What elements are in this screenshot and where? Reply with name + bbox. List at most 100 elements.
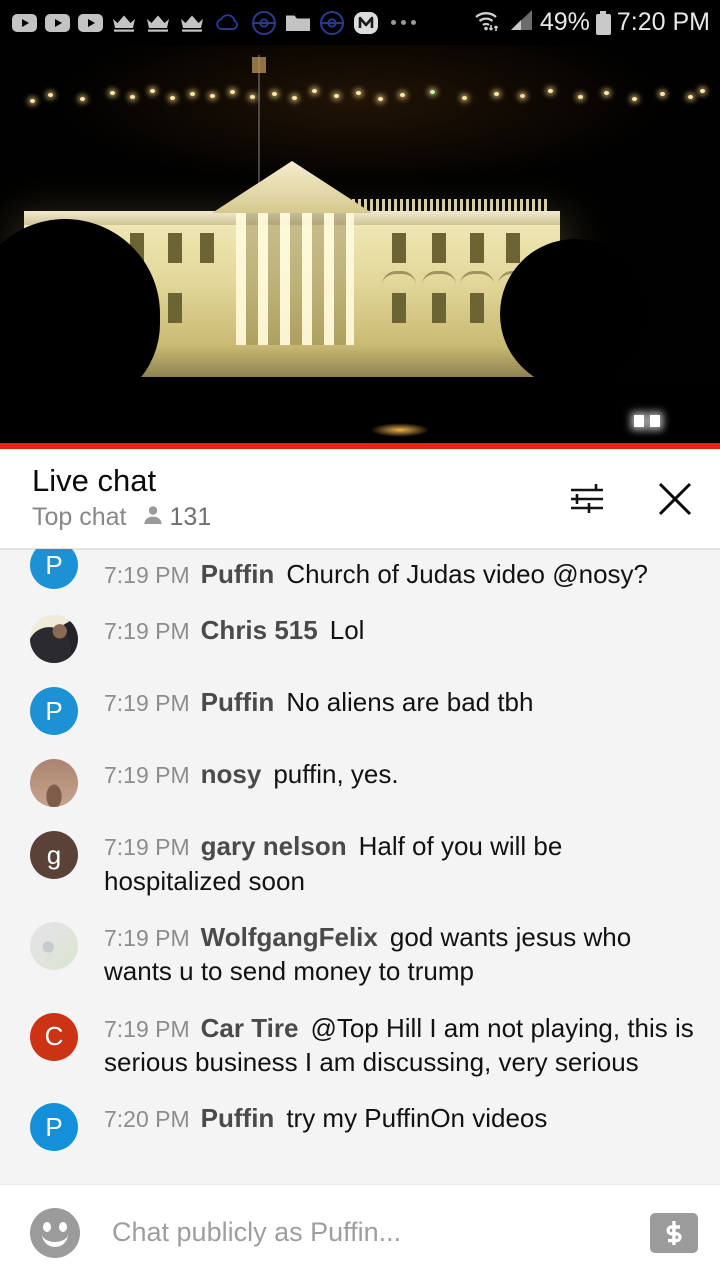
person-icon — [141, 503, 165, 532]
youtube-icon — [45, 13, 70, 32]
status-bar-notification-icons — [12, 10, 416, 36]
cloud-icon — [213, 12, 243, 34]
status-bar: 49% 7:20 PM — [0, 0, 720, 45]
chat-input[interactable]: Chat publicly as Puffin... — [112, 1217, 650, 1248]
avatar-photo — [30, 759, 78, 807]
crown-icon — [179, 13, 205, 33]
pokeball-icon — [319, 10, 345, 36]
battery-icon — [595, 10, 611, 35]
message-author[interactable]: gary nelson — [201, 831, 347, 861]
folder-icon — [285, 12, 311, 33]
message-author[interactable]: Puffin — [201, 687, 275, 717]
chat-message-body: 7:20 PM Puffin try my PuffinOn videos — [104, 1099, 547, 1135]
chat-message-row[interactable]: P 7:19 PM Puffin No aliens are bad tbh — [0, 673, 720, 745]
chat-message-body: 7:19 PM gary nelson Half of you will be ho… — [104, 827, 702, 898]
chat-message-row[interactable]: P 7:19 PM Puffin Church of Judas video @no… — [0, 549, 720, 601]
chat-message-row[interactable]: P 7:20 PM Puffin try my PuffinOn videos — [0, 1089, 720, 1161]
chat-message-body: 7:19 PM Chris 515 Lol — [104, 611, 364, 647]
crown-icon — [111, 13, 137, 33]
list-divider — [0, 549, 720, 550]
avatar[interactable]: C — [30, 1012, 78, 1061]
crown-icon — [145, 13, 171, 33]
avatar[interactable] — [30, 921, 78, 970]
message-author[interactable]: Chris 515 — [201, 615, 318, 645]
message-timestamp: 7:19 PM — [104, 1015, 190, 1042]
avatar-letter: g — [46, 839, 62, 870]
avatar-letter: P — [45, 695, 63, 726]
dark-foreground — [0, 377, 720, 449]
chat-message-row[interactable]: 7:19 PM Chris 515 Lol — [0, 601, 720, 673]
youtube-live-chat-screen: 49% 7:20 PM Live chat Top chat 131 P 7:1… — [0, 0, 720, 1280]
message-author[interactable]: nosy — [201, 759, 262, 789]
message-text: puffin, yes. — [273, 759, 399, 790]
message-timestamp: 7:19 PM — [104, 924, 190, 951]
avatar-photo — [30, 922, 78, 970]
flag — [252, 57, 266, 73]
chat-message-body: 7:19 PM WolfgangFelix god wants jesus who … — [104, 918, 702, 989]
message-text: @Top Hill I am not playing, this is seri… — [104, 1012, 694, 1077]
youtube-icon — [12, 13, 37, 32]
avatar[interactable]: P — [30, 549, 78, 589]
live-chat-header: Live chat Top chat 131 — [0, 449, 720, 549]
city-lights — [0, 83, 720, 113]
wifi-icon — [472, 7, 502, 38]
chat-header-subrow: Top chat 131 — [32, 503, 211, 532]
message-author[interactable]: Car Tire — [201, 1013, 299, 1043]
chat-message-row[interactable]: g 7:19 PM gary nelson Half of you will be … — [0, 817, 720, 908]
message-timestamp: 7:20 PM — [104, 1106, 190, 1133]
avatar-letter: P — [45, 549, 63, 580]
chat-message-row[interactable]: C 7:19 PM Car Tire @Top Hill I am not play… — [0, 999, 720, 1090]
cell-signal-icon — [508, 7, 534, 38]
viewer-count-group: 131 — [141, 503, 212, 532]
message-timestamp: 7:19 PM — [104, 562, 190, 588]
chat-message-row[interactable]: 7:19 PM nosy puffin, yes. — [0, 745, 720, 817]
message-timestamp: 7:19 PM — [104, 762, 190, 789]
chat-message-body: 7:19 PM nosy puffin, yes. — [104, 755, 399, 791]
page-title: Live chat — [32, 463, 157, 498]
super-chat-dollar-icon[interactable] — [650, 1212, 698, 1253]
video-progress-bar[interactable] — [0, 443, 720, 449]
avatar-letter: P — [45, 1111, 63, 1142]
chat-message-body: 7:19 PM Car Tire @Top Hill I am not playin… — [104, 1009, 702, 1080]
message-author[interactable]: Puffin — [201, 1103, 275, 1133]
message-timestamp: 7:19 PM — [104, 690, 190, 717]
message-timestamp: 7:19 PM — [104, 834, 190, 861]
m-app-icon — [353, 10, 379, 36]
chat-header-actions — [564, 476, 698, 522]
chat-input-bar: Chat publicly as Puffin... — [0, 1184, 720, 1280]
emoji-smiley-icon[interactable] — [30, 1207, 80, 1258]
chat-message-body: 7:19 PM Puffin Church of Judas video @nosy… — [104, 555, 648, 591]
avatar[interactable] — [30, 759, 78, 808]
battery-percent: 49% — [539, 8, 590, 36]
chat-settings-icon[interactable] — [564, 476, 610, 522]
chat-mode-label[interactable]: Top chat — [32, 505, 127, 530]
status-bar-system-icons: 49% 7:20 PM — [472, 7, 710, 38]
message-text: Lol — [329, 615, 365, 646]
more-dots-icon — [391, 20, 416, 25]
avatar[interactable]: g — [30, 831, 78, 880]
chat-message-row[interactable]: 7:19 PM WolfgangFelix god wants jesus who … — [0, 908, 720, 999]
message-text: try my PuffinOn videos — [286, 1103, 548, 1134]
avatar[interactable]: P — [30, 1103, 78, 1152]
pokeball-icon — [251, 10, 277, 36]
avatar-photo — [30, 615, 78, 664]
message-author[interactable]: Puffin — [201, 559, 275, 589]
avatar[interactable] — [30, 615, 78, 664]
clock: 7:20 PM — [616, 8, 710, 36]
pair-of-lights — [634, 415, 660, 427]
avatar[interactable]: P — [30, 687, 78, 736]
message-text: Church of Judas video @nosy? — [286, 559, 649, 589]
chat-message-list[interactable]: P 7:19 PM Puffin Church of Judas video @no… — [0, 549, 720, 1184]
ground-light — [370, 423, 430, 437]
chat-message-body: 7:19 PM Puffin No aliens are bad tbh — [104, 683, 533, 719]
message-text: No aliens are bad tbh — [286, 687, 534, 718]
chat-header-titles: Live chat Top chat 131 — [32, 465, 211, 532]
foreground-tree-right — [500, 239, 650, 389]
viewer-count: 131 — [169, 503, 212, 531]
avatar-letter: C — [44, 1021, 64, 1052]
message-author[interactable]: WolfgangFelix — [201, 922, 378, 952]
close-icon[interactable] — [652, 476, 698, 522]
message-timestamp: 7:19 PM — [104, 618, 190, 645]
youtube-icon — [78, 13, 103, 32]
live-video-player[interactable] — [0, 45, 720, 449]
